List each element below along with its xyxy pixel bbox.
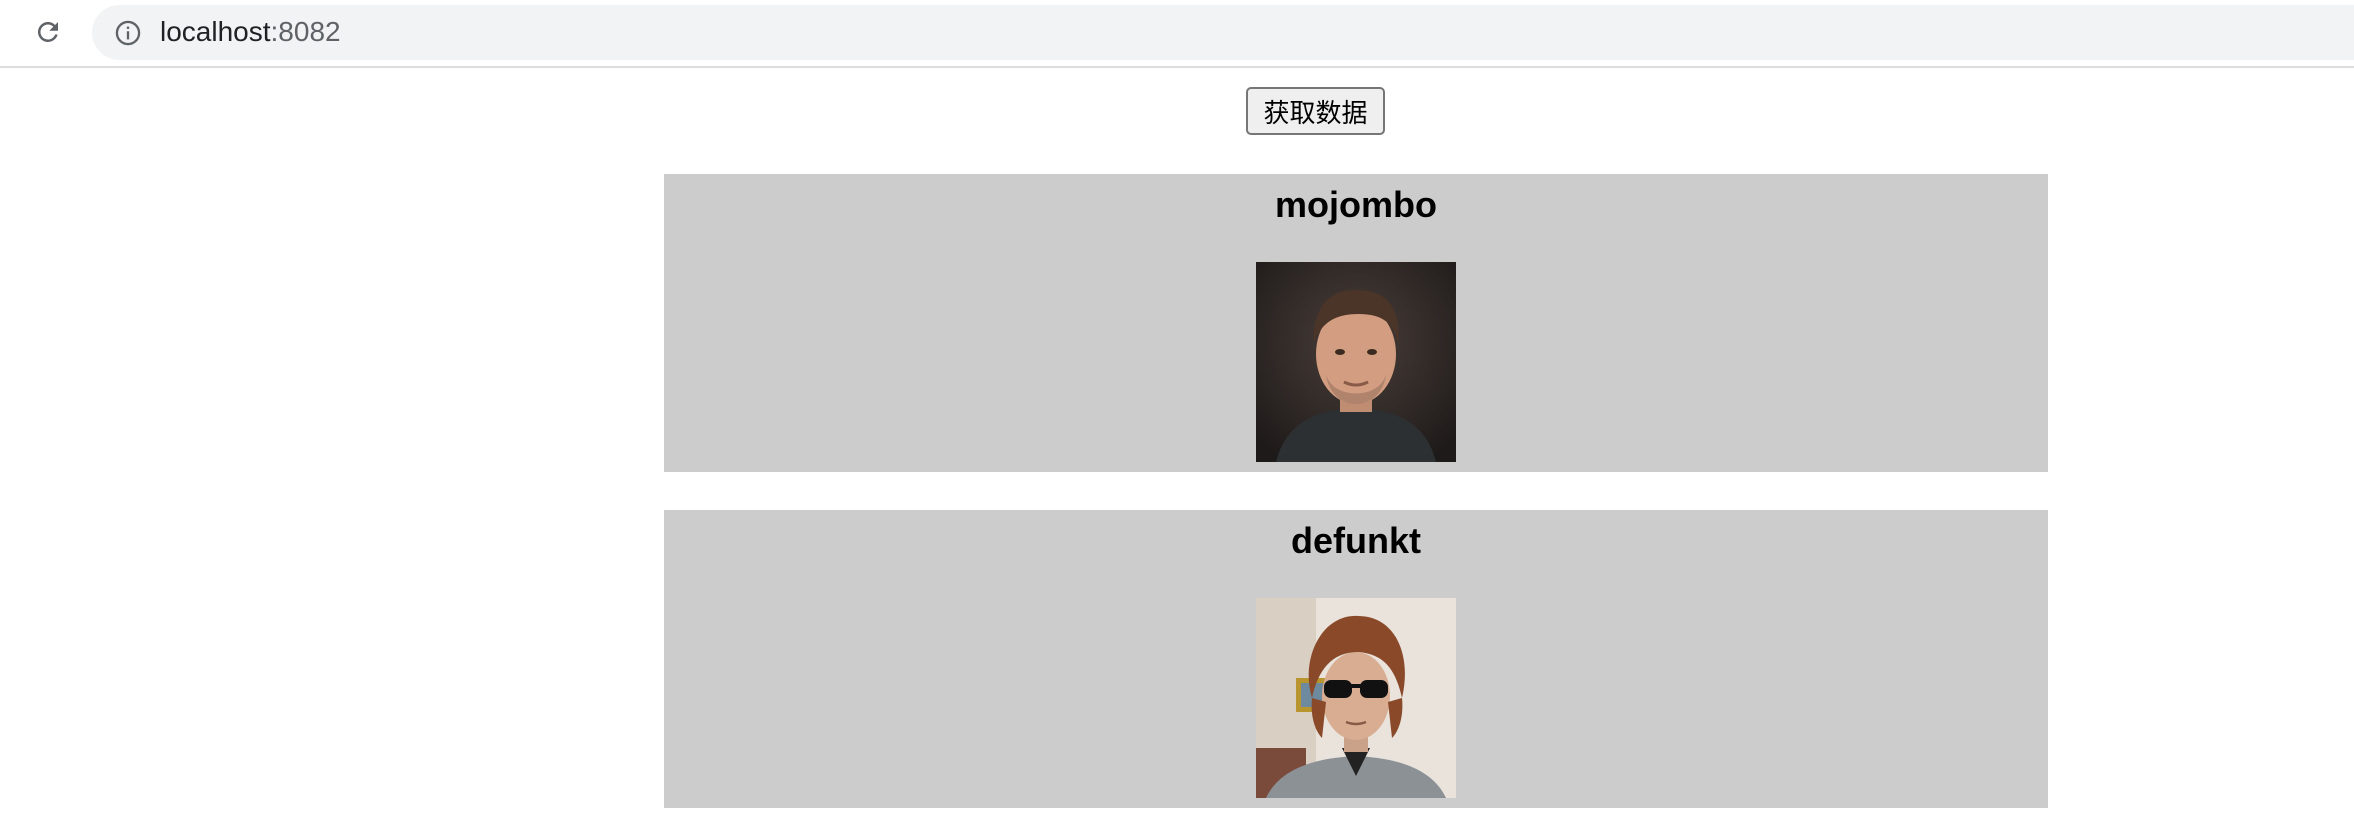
browser-toolbar: localhost:8082 xyxy=(0,0,2354,68)
url-port: :8082 xyxy=(270,16,341,47)
info-icon[interactable] xyxy=(114,19,142,47)
avatar xyxy=(1256,262,1456,462)
reload-button[interactable] xyxy=(30,14,66,50)
user-card: defunkt xyxy=(664,510,2048,808)
url-host: localhost xyxy=(160,16,271,47)
url-text: localhost:8082 xyxy=(160,15,341,49)
avatar-photo-icon xyxy=(1256,262,1456,462)
reload-icon xyxy=(37,21,58,42)
address-bar[interactable]: localhost:8082 xyxy=(92,5,2354,60)
user-login: mojombo xyxy=(1275,184,1437,225)
avatar-photo-icon xyxy=(1256,598,1456,798)
avatar xyxy=(1256,598,1456,798)
fetch-data-button[interactable]: 获取数据 xyxy=(1246,87,1385,135)
user-card: mojombo xyxy=(664,174,2048,472)
user-login: defunkt xyxy=(1291,520,1421,561)
